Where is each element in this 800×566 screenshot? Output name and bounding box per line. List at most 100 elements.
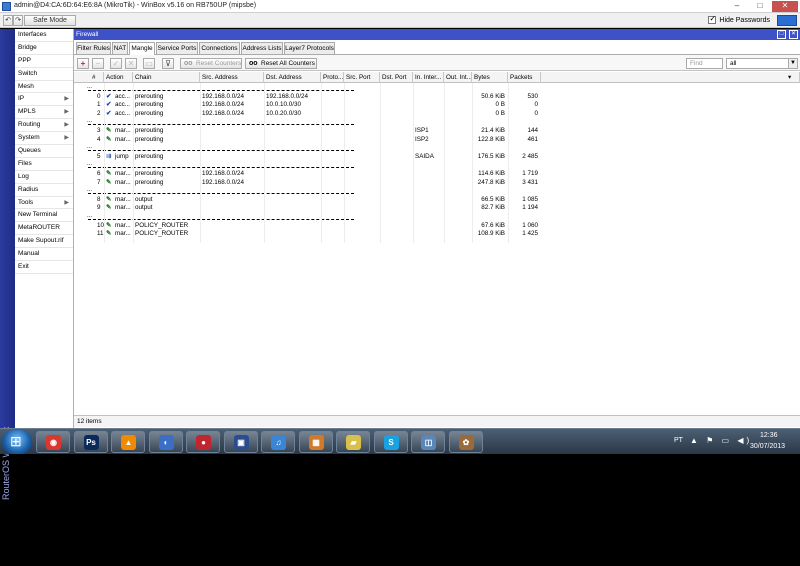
- sidebar-item-new-terminal[interactable]: New Terminal: [15, 209, 73, 223]
- sidebar-item-interfaces[interactable]: Interfaces: [15, 29, 73, 42]
- rule-chain: prerouting: [135, 109, 164, 117]
- table-row[interactable]: 5 prerouting SAIDA 176.5 KiB 2 485 ⇉ jump: [74, 153, 800, 162]
- taskbar-app-folder[interactable]: ▰: [336, 431, 370, 453]
- taskbar-app-network[interactable]: ◫: [411, 431, 445, 453]
- redo-button[interactable]: ↷: [13, 15, 23, 26]
- sidebar-item-mesh[interactable]: Mesh: [15, 81, 73, 94]
- tab-filter-rules[interactable]: Filter Rules: [76, 42, 111, 54]
- tab-address-lists[interactable]: Address Lists: [241, 42, 283, 54]
- taskbar-app-winbox[interactable]: ▣: [223, 431, 258, 453]
- taskbar-app-vlc[interactable]: ▲: [111, 431, 145, 453]
- sidebar-item-exit[interactable]: Exit: [15, 261, 73, 274]
- tab-service-ports[interactable]: Service Ports: [156, 42, 198, 54]
- rule-dst-address: 192.168.0.0/24: [266, 92, 309, 100]
- sidebar-item-log[interactable]: Log: [15, 171, 73, 184]
- firewall-close-button[interactable]: ✕: [789, 30, 798, 39]
- filter-select[interactable]: all ▼: [726, 58, 798, 69]
- status-indicator-icon: [777, 15, 797, 26]
- tab-mangle[interactable]: Mangle: [129, 42, 155, 55]
- table-row[interactable]: 3 prerouting ISP1 21.4 KiB 144 ✎ mar...: [74, 127, 800, 136]
- taskbar-app-gimp[interactable]: ✿: [448, 431, 483, 453]
- column-header-src-port[interactable]: Src. Port: [344, 72, 380, 83]
- column-header-dst-address[interactable]: Dst. Address: [264, 72, 321, 83]
- clock-time[interactable]: 12:36: [760, 432, 778, 439]
- sidebar-item-files[interactable]: Files: [15, 158, 73, 171]
- sidebar-item-mpls[interactable]: MPLS ▶: [15, 106, 73, 120]
- sidebar-item-metarouter[interactable]: MetaROUTER: [15, 222, 73, 236]
- rule-action-label: mar...: [115, 127, 131, 134]
- window-controls: – □ ✕: [725, 1, 798, 12]
- taskbar-app-media[interactable]: ▦: [298, 431, 333, 453]
- remove-rule-button[interactable]: −: [92, 58, 104, 69]
- firewall-maximize-button[interactable]: □: [777, 30, 786, 39]
- photoshop-icon: Ps: [83, 435, 99, 450]
- sidebar-item-radius[interactable]: Radius: [15, 184, 73, 197]
- sidebar-item-ip[interactable]: IP ▶: [15, 93, 73, 107]
- column-header-action[interactable]: Action: [104, 72, 133, 83]
- taskbar-app-skype[interactable]: S: [373, 431, 408, 453]
- sidebar-item-switch[interactable]: Switch: [15, 68, 73, 81]
- chevron-down-icon[interactable]: ▼: [788, 59, 797, 68]
- reset-counters-button[interactable]: oo Reset Counters: [180, 58, 242, 69]
- hide-passwords-checkbox[interactable]: Hide Passwords: [708, 14, 770, 24]
- sidebar-item-ppp[interactable]: PPP: [15, 55, 73, 68]
- sidebar-item-label: Mesh: [18, 82, 34, 90]
- close-button[interactable]: ✕: [772, 1, 798, 12]
- rule-action: ✎ mar...: [104, 136, 133, 145]
- find-input[interactable]: [686, 58, 723, 69]
- enable-rule-button[interactable]: ✓: [110, 58, 122, 69]
- taskbar-app-record[interactable]: ●: [186, 431, 220, 453]
- accept-icon: ✔: [106, 101, 112, 109]
- language-indicator[interactable]: PT: [674, 437, 683, 444]
- sidebar-item-routing[interactable]: Routing ▶: [15, 119, 73, 133]
- system-tray-icons[interactable]: ▲ ⚑ ▭ ◀): [690, 436, 752, 445]
- column-header-[interactable]: #: [86, 72, 104, 83]
- taskbar-app-chrome[interactable]: ◉: [36, 431, 70, 453]
- table-row[interactable]: 2 prerouting 192.168.0.0/24 10.0.20.0/30 0 B…: [74, 110, 800, 119]
- table-row[interactable]: 10 POLICY_ROUTER 67.6 KiB 1 060 ✎ mar...: [74, 222, 800, 231]
- taskbar-app-app[interactable]: ◐: [148, 431, 183, 453]
- column-header-out-int[interactable]: Out. Int...: [444, 72, 472, 83]
- column-header-dst-port[interactable]: Dst. Port: [380, 72, 413, 83]
- minimize-button[interactable]: –: [726, 1, 748, 12]
- table-row[interactable]: 8 output 66.5 KiB 1 085 ✎ mar...: [74, 196, 800, 205]
- column-header-src-address[interactable]: Src. Address: [200, 72, 264, 83]
- taskbar-app-photoshop[interactable]: Ps: [73, 431, 108, 453]
- maximize-button[interactable]: □: [749, 1, 771, 12]
- sidebar-item-tools[interactable]: Tools ▶: [15, 197, 73, 210]
- table-row[interactable]: 1 prerouting 192.168.0.0/24 10.0.10.0/30 0 B…: [74, 101, 800, 110]
- sidebar-item-manual[interactable]: Manual: [15, 248, 73, 262]
- table-row[interactable]: 9 output 82.7 KiB 1 194 ✎ mar...: [74, 204, 800, 213]
- taskbar-app-itunes[interactable]: ♫: [261, 431, 295, 453]
- clock-date[interactable]: 30/07/2013: [750, 443, 785, 450]
- tab-connections[interactable]: Connections: [199, 42, 240, 54]
- column-header-chain[interactable]: Chain: [133, 72, 200, 83]
- sidebar-item-queues[interactable]: Queues: [15, 145, 73, 158]
- add-rule-button[interactable]: +: [77, 58, 89, 69]
- safe-mode-button[interactable]: Safe Mode: [24, 15, 76, 26]
- filter-button[interactable]: ⊽: [162, 58, 174, 69]
- sidebar-item-make-supout-rif[interactable]: Make Supout.rif: [15, 235, 73, 249]
- table-row[interactable]: 4 prerouting ISP2 122.8 KiB 461 ✎ mar...: [74, 136, 800, 145]
- sidebar-item-system[interactable]: System ▶: [15, 132, 73, 146]
- column-header-bytes[interactable]: Bytes: [472, 72, 508, 83]
- reset-all-counters-button[interactable]: oo Reset All Counters: [245, 58, 317, 69]
- tab-nat[interactable]: NAT: [112, 42, 128, 54]
- sidebar-item-bridge[interactable]: Bridge: [15, 42, 73, 55]
- column-options-icon[interactable]: ▾: [786, 72, 800, 83]
- table-row[interactable]: 11 POLICY_ROUTER 108.9 KiB 1 425 ✎ mar...: [74, 230, 800, 239]
- start-button[interactable]: [2, 430, 32, 454]
- table-row[interactable]: 0 prerouting 192.168.0.0/24 192.168.0.0/24 5…: [74, 93, 800, 102]
- table-row[interactable]: 6 prerouting 192.168.0.0/24 114.6 KiB 1 719 ✎…: [74, 170, 800, 179]
- column-header-proto[interactable]: Proto...: [321, 72, 344, 83]
- undo-button[interactable]: ↶: [3, 15, 13, 26]
- rule-number: 10: [97, 221, 104, 229]
- rule-in-interface: [413, 170, 444, 179]
- tab-layer7-protocols[interactable]: Layer7 Protocols: [284, 42, 335, 54]
- table-row[interactable]: 7 prerouting 192.168.0.0/24 247.8 KiB 3 431 ✎…: [74, 179, 800, 188]
- column-header-in-inter[interactable]: In. Inter...: [413, 72, 444, 83]
- comment-button[interactable]: ▭: [143, 58, 155, 69]
- comment-separator-row: ...: [74, 144, 800, 153]
- disable-rule-button[interactable]: ✕: [125, 58, 137, 69]
- column-header-packets[interactable]: Packets: [508, 72, 541, 83]
